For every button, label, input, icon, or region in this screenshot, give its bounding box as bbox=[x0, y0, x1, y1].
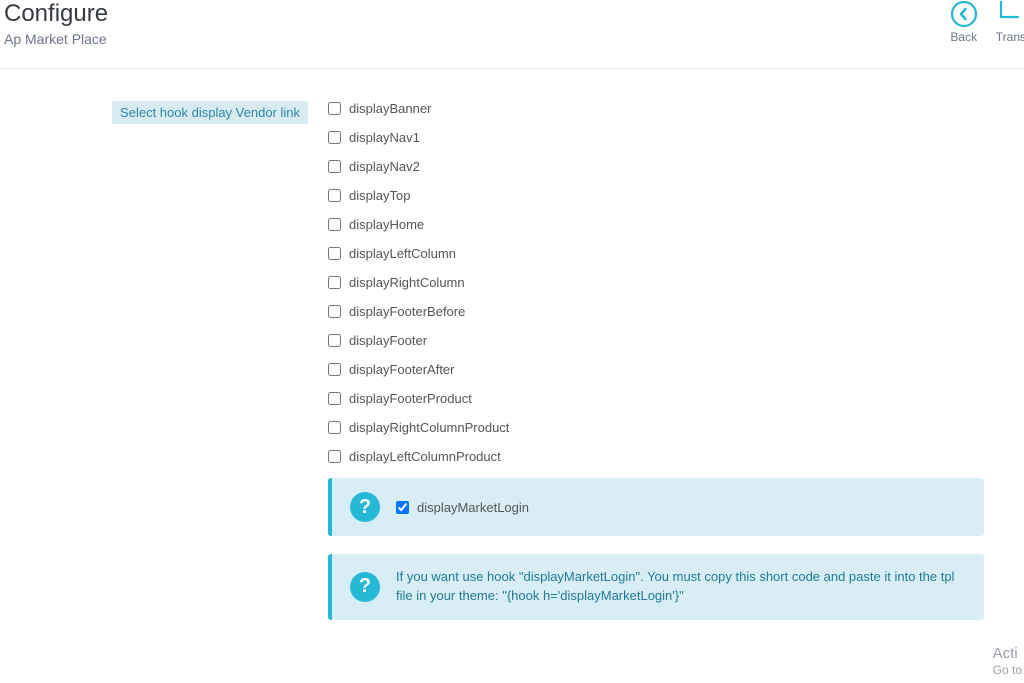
back-icon bbox=[950, 0, 978, 28]
option-row: displayTop bbox=[328, 188, 1024, 203]
translate-button[interactable]: Trans bbox=[996, 0, 1024, 44]
header-actions: Back Trans bbox=[950, 0, 1024, 44]
option-label: displayNav2 bbox=[349, 159, 420, 174]
option-checkbox[interactable] bbox=[328, 450, 341, 463]
question-icon: ? bbox=[350, 492, 380, 522]
highlight-option-panel: ? displayMarketLogin bbox=[328, 478, 984, 536]
back-button[interactable]: Back bbox=[950, 0, 978, 44]
field-label: Select hook display Vendor link bbox=[112, 101, 308, 124]
option-checkbox[interactable] bbox=[328, 392, 341, 405]
page-title: Configure bbox=[4, 0, 108, 29]
hint-panel: ? If you want use hook "displayMarketLog… bbox=[328, 554, 984, 620]
option-checkbox[interactable] bbox=[328, 276, 341, 289]
option-checkbox[interactable] bbox=[328, 160, 341, 173]
options-column: displayBanner displayNav1 displayNav2 displ… bbox=[314, 101, 1024, 638]
option-row: displayFooterProduct bbox=[328, 391, 1024, 406]
option-checkbox[interactable] bbox=[328, 334, 341, 347]
question-icon: ? bbox=[350, 572, 380, 602]
option-label: displayLeftColumn bbox=[349, 246, 456, 261]
hint-text: If you want use hook "displayMarketLogin… bbox=[396, 568, 966, 606]
option-label: displayNav1 bbox=[349, 130, 420, 145]
option-row: displayBanner bbox=[328, 101, 1024, 116]
option-checkbox[interactable] bbox=[328, 218, 341, 231]
option-row: displayHome bbox=[328, 217, 1024, 232]
option-checkbox[interactable] bbox=[328, 247, 341, 260]
option-label: displayFooterAfter bbox=[349, 362, 455, 377]
watermark: Acti Go to bbox=[993, 645, 1022, 677]
translate-icon bbox=[997, 0, 1024, 28]
option-label: displayFooter bbox=[349, 333, 427, 348]
page-header: Configure Ap Market Place Back Trans bbox=[0, 0, 1024, 62]
option-label: displayBanner bbox=[349, 101, 431, 116]
back-label: Back bbox=[950, 30, 977, 44]
option-row: displayNav1 bbox=[328, 130, 1024, 145]
option-checkbox[interactable] bbox=[328, 102, 341, 115]
option-row: displayFooterAfter bbox=[328, 362, 1024, 377]
option-label: displayHome bbox=[349, 217, 424, 232]
options-list: displayBanner displayNav1 displayNav2 displ… bbox=[328, 101, 1024, 464]
option-checkbox[interactable] bbox=[328, 363, 341, 376]
option-checkbox[interactable] bbox=[328, 421, 341, 434]
option-checkbox[interactable] bbox=[328, 131, 341, 144]
translate-label: Trans bbox=[996, 30, 1024, 44]
option-label: displayFooterProduct bbox=[349, 391, 472, 406]
option-row: displayFooterBefore bbox=[328, 304, 1024, 319]
option-row: displayLeftColumnProduct bbox=[328, 449, 1024, 464]
watermark-line2: Go to bbox=[993, 663, 1022, 677]
header-title-block: Configure Ap Market Place bbox=[4, 0, 108, 47]
option-label: displayRightColumnProduct bbox=[349, 420, 509, 435]
form-content: Select hook display Vendor link displayB… bbox=[0, 69, 1024, 638]
option-label: displayRightColumn bbox=[349, 275, 465, 290]
option-label: displayFooterBefore bbox=[349, 304, 465, 319]
option-row: displayFooter bbox=[328, 333, 1024, 348]
highlight-option-checkbox[interactable] bbox=[396, 501, 409, 514]
option-checkbox[interactable] bbox=[328, 189, 341, 202]
option-row: displayRightColumnProduct bbox=[328, 420, 1024, 435]
watermark-line1: Acti bbox=[993, 645, 1022, 663]
label-column: Select hook display Vendor link bbox=[0, 101, 314, 638]
option-label: displayTop bbox=[349, 188, 410, 203]
option-row: displayNav2 bbox=[328, 159, 1024, 174]
option-label: displayLeftColumnProduct bbox=[349, 449, 501, 464]
option-row: displayRightColumn bbox=[328, 275, 1024, 290]
page-subtitle: Ap Market Place bbox=[4, 31, 108, 47]
option-row: displayLeftColumn bbox=[328, 246, 1024, 261]
highlight-option-label: displayMarketLogin bbox=[417, 500, 529, 515]
option-checkbox[interactable] bbox=[328, 305, 341, 318]
